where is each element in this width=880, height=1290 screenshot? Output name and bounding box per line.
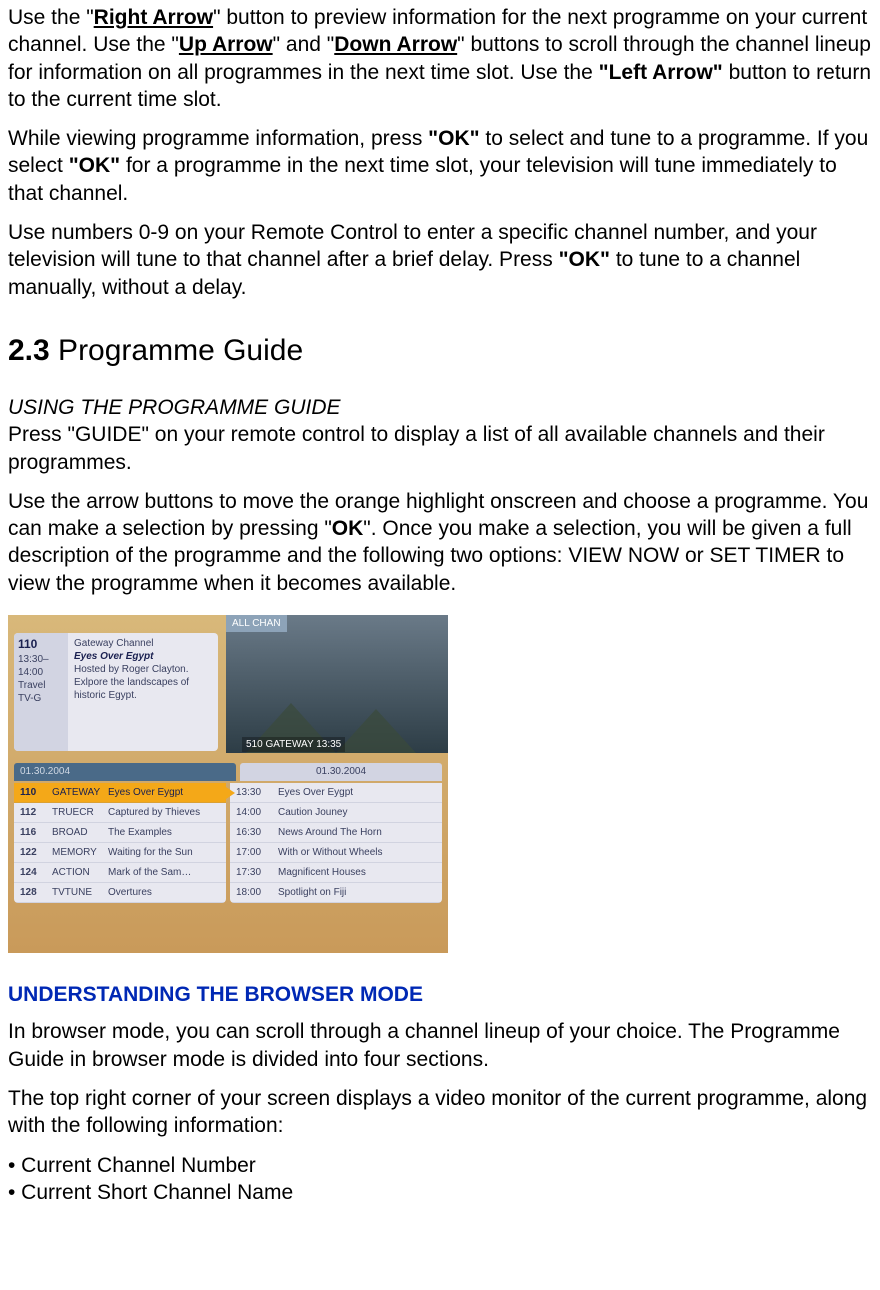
guide-lists: 110GATEWAYEyes Over Eygpt 112TRUECRCaptu… — [14, 783, 442, 903]
list-item: 14:00Caution Jouney — [230, 803, 442, 823]
list-item: 112TRUECRCaptured by Thieves — [14, 803, 226, 823]
paragraph-top-right: The top right corner of your screen disp… — [8, 1085, 872, 1140]
time-list: 13:30Eyes Over Eygpt 14:00Caution Jouney… — [230, 783, 442, 903]
paragraph-arrow-buttons: Use the arrow buttons to move the orange… — [8, 488, 872, 597]
pyramid-icon — [336, 709, 416, 753]
video-monitor — [226, 615, 448, 753]
list-item: 122MEMORYWaiting for the Sun — [14, 843, 226, 863]
subheading-browser-mode: UNDERSTANDING THE BROWSER MODE — [8, 981, 872, 1008]
channel-number: 110 — [18, 637, 64, 653]
list-item: 16:30News Around The Horn — [230, 823, 442, 843]
programme-info-panel: 110 13:30– 14:00 Travel TV-G Gateway Cha… — [14, 633, 218, 751]
section-heading-programme-guide: 2.3 Programme Guide — [8, 331, 872, 370]
list-item: 128TVTUNEOvertures — [14, 883, 226, 903]
programme-description: Hosted by Roger Clayton. Exlpore the lan… — [74, 663, 212, 702]
arrow-right-icon — [226, 787, 235, 799]
bullet-short-name: • Current Short Channel Name — [8, 1179, 872, 1206]
programme-title: Eyes Over Egypt — [74, 650, 212, 663]
paragraph-browser-mode: In browser mode, you can scroll through … — [8, 1018, 872, 1073]
programme-guide-screenshot: ALL CHAN 510 GATEWAY 13:35 110 13:30– 14… — [8, 615, 448, 953]
paragraph-right-arrow: Use the "Right Arrow" button to preview … — [8, 4, 872, 113]
list-item: 17:30Magnificent Houses — [230, 863, 442, 883]
paragraph-numbers: Use numbers 0-9 on your Remote Control t… — [8, 219, 872, 301]
list-item: 17:00With or Without Wheels — [230, 843, 442, 863]
date-bar: 01.30.2004 01.30.2004 — [14, 763, 442, 781]
up-arrow-label: Up Arrow — [179, 33, 273, 56]
right-arrow-label: Right Arrow — [94, 6, 213, 29]
left-arrow-label: "Left Arrow" — [599, 61, 723, 84]
list-item: 18:00Spotlight on Fiji — [230, 883, 442, 903]
down-arrow-label: Down Arrow — [334, 33, 457, 56]
channel-name: Gateway Channel — [74, 637, 212, 650]
bullet-channel-number: • Current Channel Number — [8, 1152, 872, 1179]
subheading-using-guide: USING THE PROGRAMME GUIDE — [8, 394, 872, 421]
list-item: 124ACTIONMark of the Sam… — [14, 863, 226, 883]
video-channel-label: 510 GATEWAY 13:35 — [242, 737, 345, 752]
channel-list: 110GATEWAYEyes Over Eygpt 112TRUECRCaptu… — [14, 783, 226, 903]
paragraph-ok-select: While viewing programme information, pre… — [8, 125, 872, 207]
list-item: 116BROADThe Examples — [14, 823, 226, 843]
list-item: 13:30Eyes Over Eygpt — [230, 783, 442, 803]
paragraph-press-guide: Press "GUIDE" on your remote control to … — [8, 421, 872, 476]
all-chan-badge: ALL CHAN — [226, 615, 287, 632]
list-item: 110GATEWAYEyes Over Eygpt — [14, 783, 226, 803]
